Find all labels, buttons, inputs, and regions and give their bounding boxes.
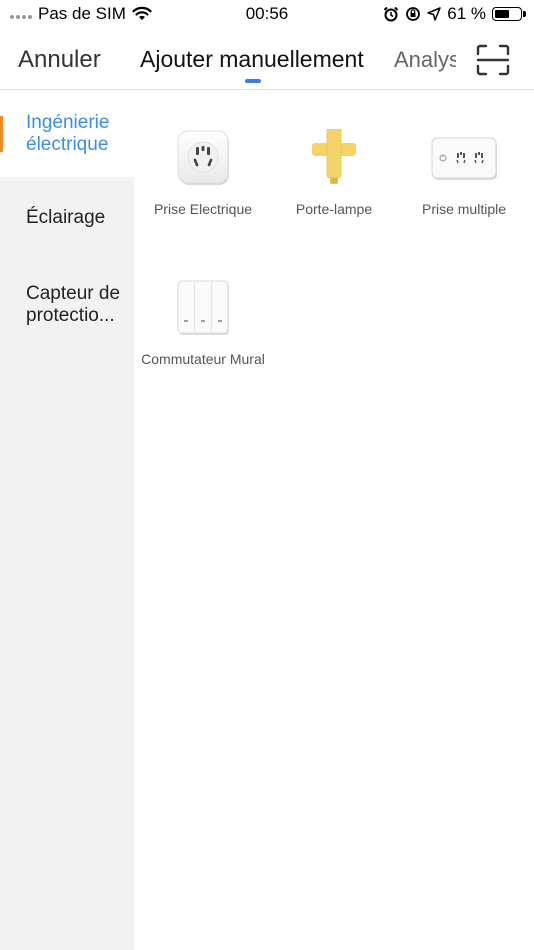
product-label: Prise Electrique [153, 201, 253, 217]
product-wall-switch[interactable]: Commutateur Mural [138, 279, 268, 369]
power-strip-icon [430, 129, 498, 189]
scan-icon[interactable] [476, 44, 510, 76]
wall-switch-icon [173, 279, 233, 339]
product-label: Porte-lampe [295, 201, 373, 217]
battery-level-fill [495, 10, 510, 18]
product-label: Commutateur Mural [141, 351, 265, 367]
power-socket-icon [173, 129, 233, 189]
product-grid: Prise Electrique Porte-lampe Prise multi… [134, 91, 534, 950]
cancel-button[interactable]: Annuler [18, 46, 101, 74]
sidebar-item-label: Ingénierie électrique [26, 112, 110, 155]
sidebar-item-electrical[interactable]: Ingénierie électrique [0, 91, 134, 177]
product-power-strip[interactable]: Prise multiple [399, 129, 529, 219]
product-label: Prise multiple [421, 201, 507, 217]
category-sidebar: Ingénierie électrique Éclairage Capteur … [0, 91, 134, 950]
alarm-icon [384, 6, 399, 22]
battery-icon [492, 7, 526, 21]
sidebar-item-lighting[interactable]: Éclairage [0, 207, 134, 229]
battery-percent: 61 % [447, 4, 486, 23]
sidebar-item-label: Capteur de protectio... [26, 283, 121, 326]
tab-add-manually[interactable]: Ajouter manuellement [140, 46, 364, 73]
lamp-holder-icon [304, 125, 364, 189]
orientation-lock-icon [406, 7, 421, 21]
sidebar-item-label: Éclairage [26, 207, 106, 228]
product-lamp-holder[interactable]: Porte-lampe [269, 125, 399, 219]
sidebar-active-accent [0, 116, 3, 152]
header: Annuler Ajouter manuellement Analyser [0, 30, 534, 90]
status-right: 61 % [383, 4, 526, 24]
sidebar-item-protection-sensor[interactable]: Capteur de protectio... [0, 283, 134, 327]
status-bar: Pas de SIM 00:56 61 % [0, 0, 534, 30]
tab-active-indicator [245, 79, 261, 83]
product-power-socket[interactable]: Prise Electrique [138, 129, 268, 219]
tab-scan[interactable]: Analyser [394, 47, 456, 73]
location-icon [427, 7, 441, 21]
